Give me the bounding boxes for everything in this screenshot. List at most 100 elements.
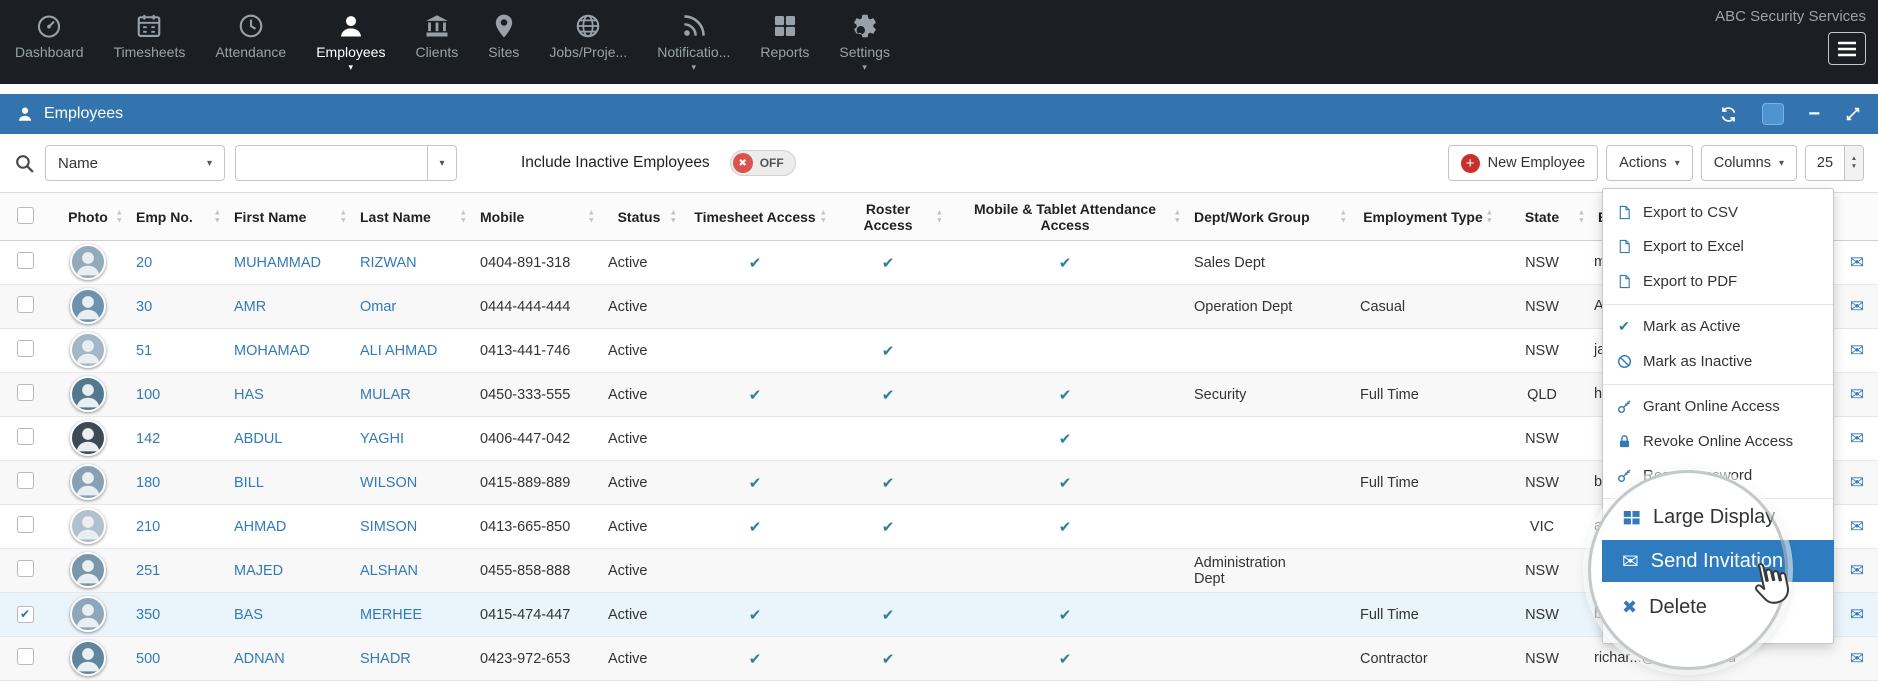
send-email-icon[interactable]: ✉ — [1850, 605, 1864, 624]
expand-icon[interactable] — [1844, 105, 1862, 123]
last-name-link[interactable]: Omar — [360, 299, 396, 315]
column-header-employment-type[interactable]: Employment Type ▲ ▼ — [1350, 192, 1496, 241]
row-checkbox[interactable] — [16, 428, 34, 445]
row-checkbox[interactable] — [16, 296, 34, 313]
first-name-link[interactable]: AHMAD — [234, 519, 286, 535]
column-header-photo[interactable]: Photo ▲ ▼ — [50, 192, 126, 241]
last-name-link[interactable]: ALSHAN — [360, 563, 418, 579]
sort-icons[interactable]: ▲▼ — [214, 207, 221, 225]
avatar[interactable] — [70, 331, 106, 368]
column-header-timesheet-access[interactable]: Timesheet Access ▲ ▼ — [680, 192, 830, 241]
select-all-header[interactable] — [0, 192, 50, 241]
menu-item-grant-online-access[interactable]: Grant Online Access — [1603, 390, 1833, 425]
send-email-icon[interactable]: ✉ — [1850, 341, 1864, 360]
row-checkbox[interactable] — [16, 252, 34, 269]
emp-no-link[interactable]: 350 — [136, 607, 160, 623]
last-name-link[interactable]: MULAR — [360, 387, 411, 403]
send-email-icon[interactable]: ✉ — [1850, 253, 1864, 272]
sort-icons[interactable]: ▲▼ — [820, 207, 827, 225]
row-checkbox[interactable] — [16, 560, 34, 577]
send-email-icon[interactable]: ✉ — [1850, 473, 1864, 492]
send-email-icon[interactable]: ✉ — [1850, 649, 1864, 668]
column-header-status[interactable]: Status ▲ ▼ — [598, 192, 680, 241]
nav-item-reports[interactable]: Reports▾ — [745, 0, 824, 84]
sort-icons[interactable]: ▲▼ — [340, 207, 347, 225]
menu-item-send-invitation[interactable]: ✉ Send Invitation — [1602, 540, 1834, 582]
avatar[interactable] — [70, 243, 106, 280]
first-name-link[interactable]: BILL — [234, 475, 264, 491]
nav-item-clients[interactable]: Clients▾ — [400, 0, 473, 84]
emp-no-link[interactable]: 210 — [136, 519, 160, 535]
first-name-link[interactable]: HAS — [234, 387, 264, 403]
nav-item-sites[interactable]: Sites▾ — [473, 0, 534, 84]
sort-icons[interactable]: ▲▼ — [1174, 207, 1181, 225]
actions-button[interactable]: Actions ▾ — [1606, 145, 1693, 181]
menu-item-mark-as-active[interactable]: ✔ Mark as Active — [1603, 310, 1833, 345]
sort-icons[interactable]: ▲▼ — [670, 207, 677, 225]
panel-color-button[interactable] — [1762, 103, 1785, 125]
column-header-mobile-tablet-attendance-access[interactable]: Mobile & Tablet Attendance Access ▲ ▼ — [946, 192, 1184, 241]
first-name-link[interactable]: MAJED — [234, 563, 283, 579]
sort-icons[interactable]: ▲▼ — [116, 207, 123, 225]
row-checkbox[interactable] — [16, 516, 34, 533]
column-header-last-name[interactable]: Last Name ▲ ▼ — [350, 192, 470, 241]
first-name-link[interactable]: MOHAMAD — [234, 343, 310, 359]
menu-item-export-to-csv[interactable]: Export to CSV — [1603, 195, 1833, 230]
row-checkbox[interactable] — [16, 384, 34, 401]
menu-item-export-to-pdf[interactable]: Export to PDF — [1603, 264, 1833, 299]
send-email-icon[interactable]: ✉ — [1850, 429, 1864, 448]
avatar[interactable] — [70, 463, 106, 500]
sort-icons[interactable]: ▲▼ — [1486, 207, 1493, 225]
nav-item-dashboard[interactable]: Dashboard▾ — [0, 0, 99, 84]
row-checkbox[interactable] — [16, 648, 34, 665]
column-header-roster-access[interactable]: Roster Access ▲ ▼ — [830, 192, 946, 241]
row-checkbox[interactable]: ✔ — [16, 606, 34, 623]
search-options-button[interactable]: ▾ — [427, 145, 457, 181]
avatar[interactable] — [70, 551, 106, 588]
first-name-link[interactable]: ABDUL — [234, 431, 282, 447]
emp-no-link[interactable]: 30 — [136, 299, 152, 315]
last-name-link[interactable]: RIZWAN — [360, 255, 417, 271]
row-checkbox[interactable] — [16, 340, 34, 357]
nav-item-jobs[interactable]: Jobs/Proje...▾ — [534, 0, 642, 84]
send-email-icon[interactable]: ✉ — [1850, 561, 1864, 580]
last-name-link[interactable]: SIMSON — [360, 519, 417, 535]
menu-item-large-display[interactable]: Large Display — [1602, 494, 1834, 540]
avatar[interactable] — [70, 375, 106, 412]
avatar[interactable] — [70, 639, 106, 676]
columns-button[interactable]: Columns ▾ — [1700, 145, 1797, 181]
last-name-link[interactable]: YAGHI — [360, 431, 404, 447]
hamburger-menu-button[interactable] — [1828, 32, 1866, 65]
nav-item-settings[interactable]: Settings ▾ — [824, 0, 905, 84]
last-name-link[interactable]: WILSON — [360, 475, 417, 491]
emp-no-link[interactable]: 500 — [136, 651, 160, 667]
last-name-link[interactable]: SHADR — [360, 651, 411, 667]
emp-no-link[interactable]: 251 — [136, 563, 160, 579]
send-email-icon[interactable]: ✉ — [1850, 297, 1864, 316]
column-header-first-name[interactable]: First Name ▲ ▼ — [224, 192, 350, 241]
send-email-icon[interactable]: ✉ — [1850, 517, 1864, 536]
first-name-link[interactable]: MUHAMMAD — [234, 255, 321, 271]
nav-item-employees[interactable]: Employees ▾ — [301, 0, 400, 84]
select-all-checkbox[interactable] — [16, 206, 34, 224]
last-name-link[interactable]: ALI AHMAD — [360, 343, 437, 359]
avatar[interactable] — [70, 419, 106, 456]
row-checkbox[interactable] — [16, 472, 34, 489]
emp-no-link[interactable]: 51 — [136, 343, 152, 359]
emp-no-link[interactable]: 20 — [136, 255, 152, 271]
send-email-icon[interactable]: ✉ — [1850, 385, 1864, 404]
avatar[interactable] — [70, 507, 106, 544]
avatar[interactable] — [70, 595, 106, 632]
last-name-link[interactable]: MERHEE — [360, 607, 422, 623]
refresh-icon[interactable] — [1719, 105, 1738, 124]
sort-icons[interactable]: ▲▼ — [588, 207, 595, 225]
first-name-link[interactable]: BAS — [234, 607, 263, 623]
search-field-select[interactable]: Name ▾ — [45, 145, 225, 181]
menu-item-export-to-excel[interactable]: Export to Excel — [1603, 230, 1833, 265]
nav-item-notifications[interactable]: Notificatio... ▾ — [642, 0, 745, 84]
sort-icons[interactable]: ▲▼ — [1340, 207, 1347, 225]
spinner-icons[interactable]: ▲ ▼ — [1844, 146, 1863, 180]
new-employee-button[interactable]: + New Employee — [1447, 145, 1599, 181]
emp-no-link[interactable]: 180 — [136, 475, 160, 491]
menu-item-revoke-online-access[interactable]: Revoke Online Access — [1603, 424, 1833, 459]
